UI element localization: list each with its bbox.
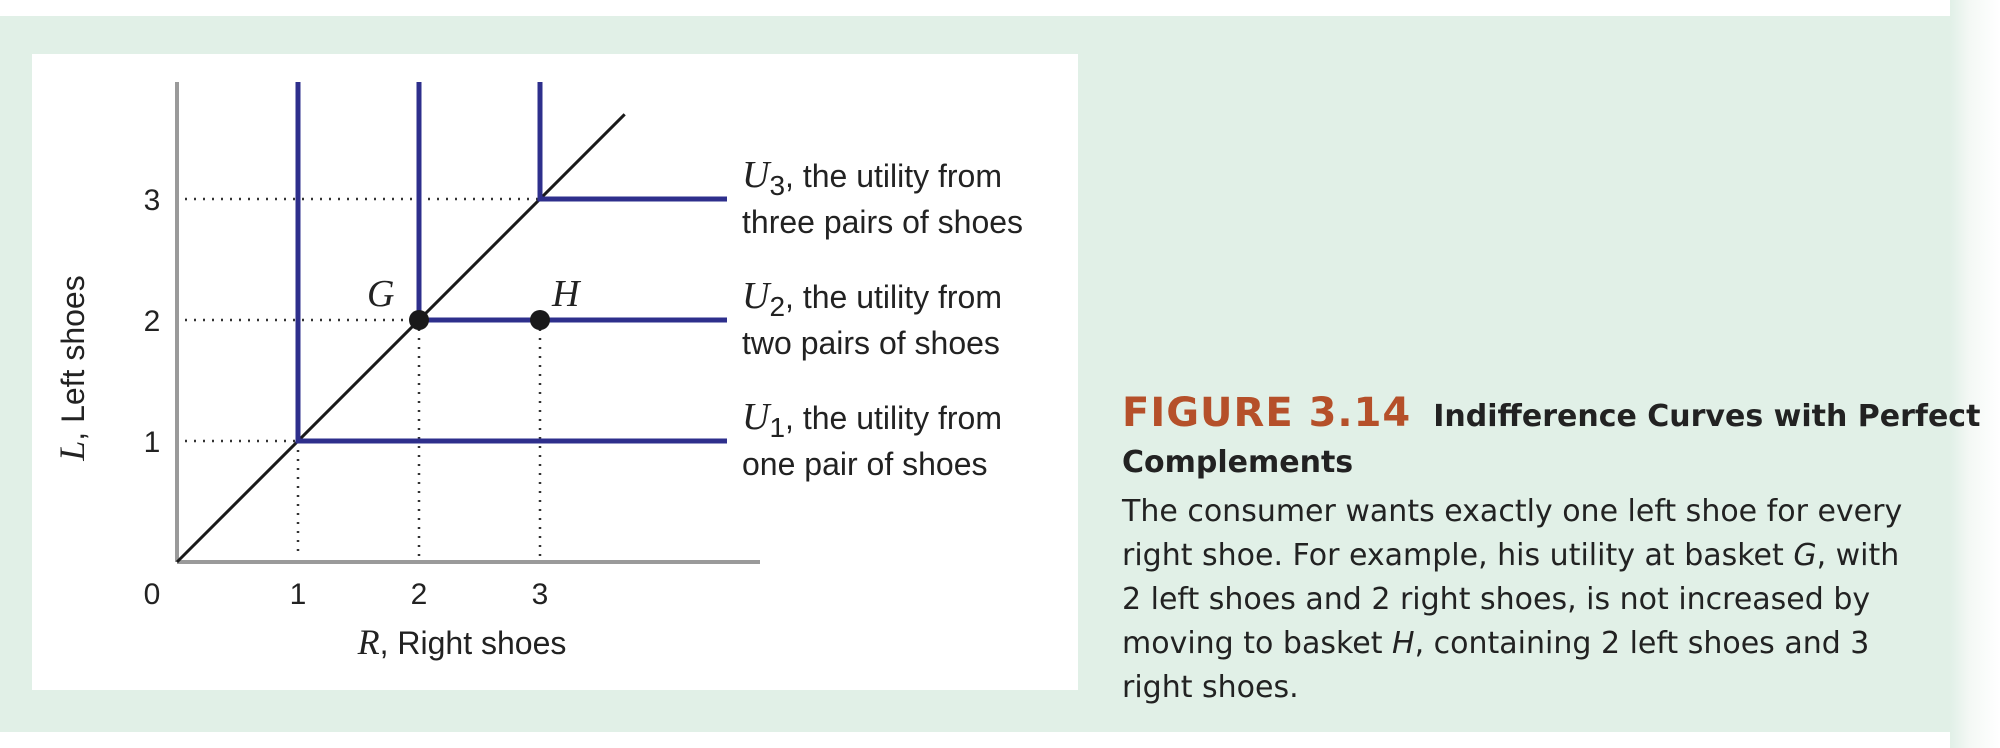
caption-heading-cont: Complements	[1122, 440, 1982, 490]
curve-label-line2: one pair of shoes	[742, 446, 988, 482]
caption-text: , with	[1816, 538, 1900, 573]
curve-label-line2: three pairs of shoes	[742, 204, 1023, 240]
caption-heading: FIGURE 3.14 Indifference Curves with Perf…	[1122, 390, 1982, 444]
caption-text: 2 left shoes and 2 right shoes, is not i…	[1122, 582, 1871, 617]
origin-label: 0	[144, 578, 161, 611]
caption-text: right shoes.	[1122, 670, 1299, 705]
point-label-h: H	[551, 273, 582, 315]
curve-desc: , the utility from	[785, 400, 1002, 436]
indifference-curve-u3	[537, 82, 727, 202]
y-axis-variable: L	[52, 441, 92, 462]
figure-title-line1: Indifference Curves with Perfect	[1433, 399, 1981, 434]
curve-subscript: 1	[769, 412, 785, 443]
curve-subscript: 3	[769, 170, 785, 201]
x-axis-title: R, Right shoes	[357, 622, 567, 662]
caption-text: The consumer wants exactly one left shoe…	[1122, 494, 1903, 529]
y-tick-label: 3	[144, 184, 161, 217]
x-tick-label: 1	[290, 578, 307, 611]
curve-name: U	[742, 275, 772, 317]
caption-basket-h: H	[1392, 626, 1415, 661]
indifference-chart: G H1 2 31230R, Right shoesL, Left shoes U1, …	[52, 82, 1023, 662]
caption-text: right shoe. For example, his utility at …	[1122, 538, 1794, 573]
y-axis-title: L, Left shoes	[52, 275, 92, 461]
figure-number: FIGURE 3.14	[1122, 390, 1412, 436]
curve-label-line2: two pairs of shoes	[742, 325, 1000, 361]
curve-desc: , the utility from	[785, 279, 1002, 315]
chart-area: G H 1 2 3 1 2 3 0 R, Right shoes L, Left shoes U1, …	[32, 54, 1078, 690]
point-h	[530, 310, 550, 330]
y-tick-label: 2	[144, 305, 161, 338]
ray-line	[175, 113, 626, 564]
caption-text: moving to basket	[1122, 626, 1393, 661]
caption-basket-g: G	[1793, 538, 1817, 573]
curve-name: U	[742, 154, 772, 196]
curve-desc: , the utility from	[785, 158, 1002, 194]
caption-text: , containing 2 left shoes and 3	[1414, 626, 1870, 661]
curve-label-u1: U1, the utility from	[742, 396, 1002, 443]
point-label-g: G	[367, 273, 394, 315]
curve-name: U	[742, 396, 772, 438]
curve-subscript: 2	[769, 291, 785, 322]
curve-label-u3: U3, the utility from	[742, 154, 1002, 201]
indifference-curve-u1	[295, 82, 727, 444]
y-axis-text: , Left shoes	[55, 275, 91, 440]
x-axis-variable: R	[357, 622, 380, 662]
curve-label-u2: U2, the utility from	[742, 275, 1002, 322]
x-axis-text: , Right shoes	[380, 625, 567, 661]
caption-body: The consumer wants exactly one left shoe…	[1122, 490, 1982, 710]
figure-title-line2: Complements	[1122, 445, 1354, 480]
y-tick-label: 1	[144, 426, 161, 459]
point-g	[409, 310, 429, 330]
figure-caption: FIGURE 3.14 Indifference Curves with Perf…	[1122, 390, 1982, 710]
x-tick-label: 2	[411, 578, 428, 611]
x-tick-label: 3	[532, 578, 549, 611]
